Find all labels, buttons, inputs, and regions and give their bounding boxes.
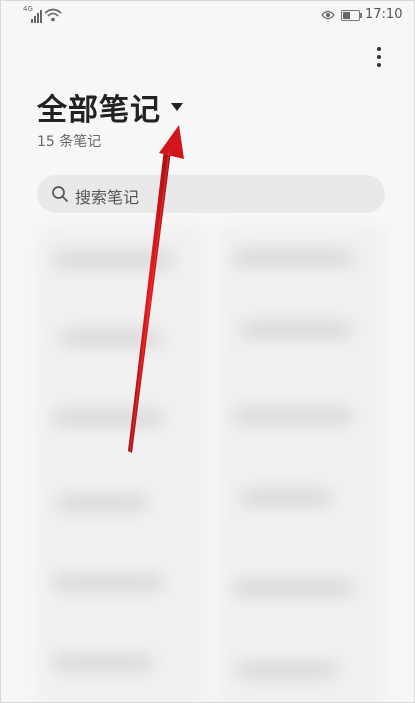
app-screen: 4G 17:10 全部笔记 15 条笔记 搜索笔记 xyxy=(0,0,415,703)
annotation-arrow xyxy=(128,125,184,453)
